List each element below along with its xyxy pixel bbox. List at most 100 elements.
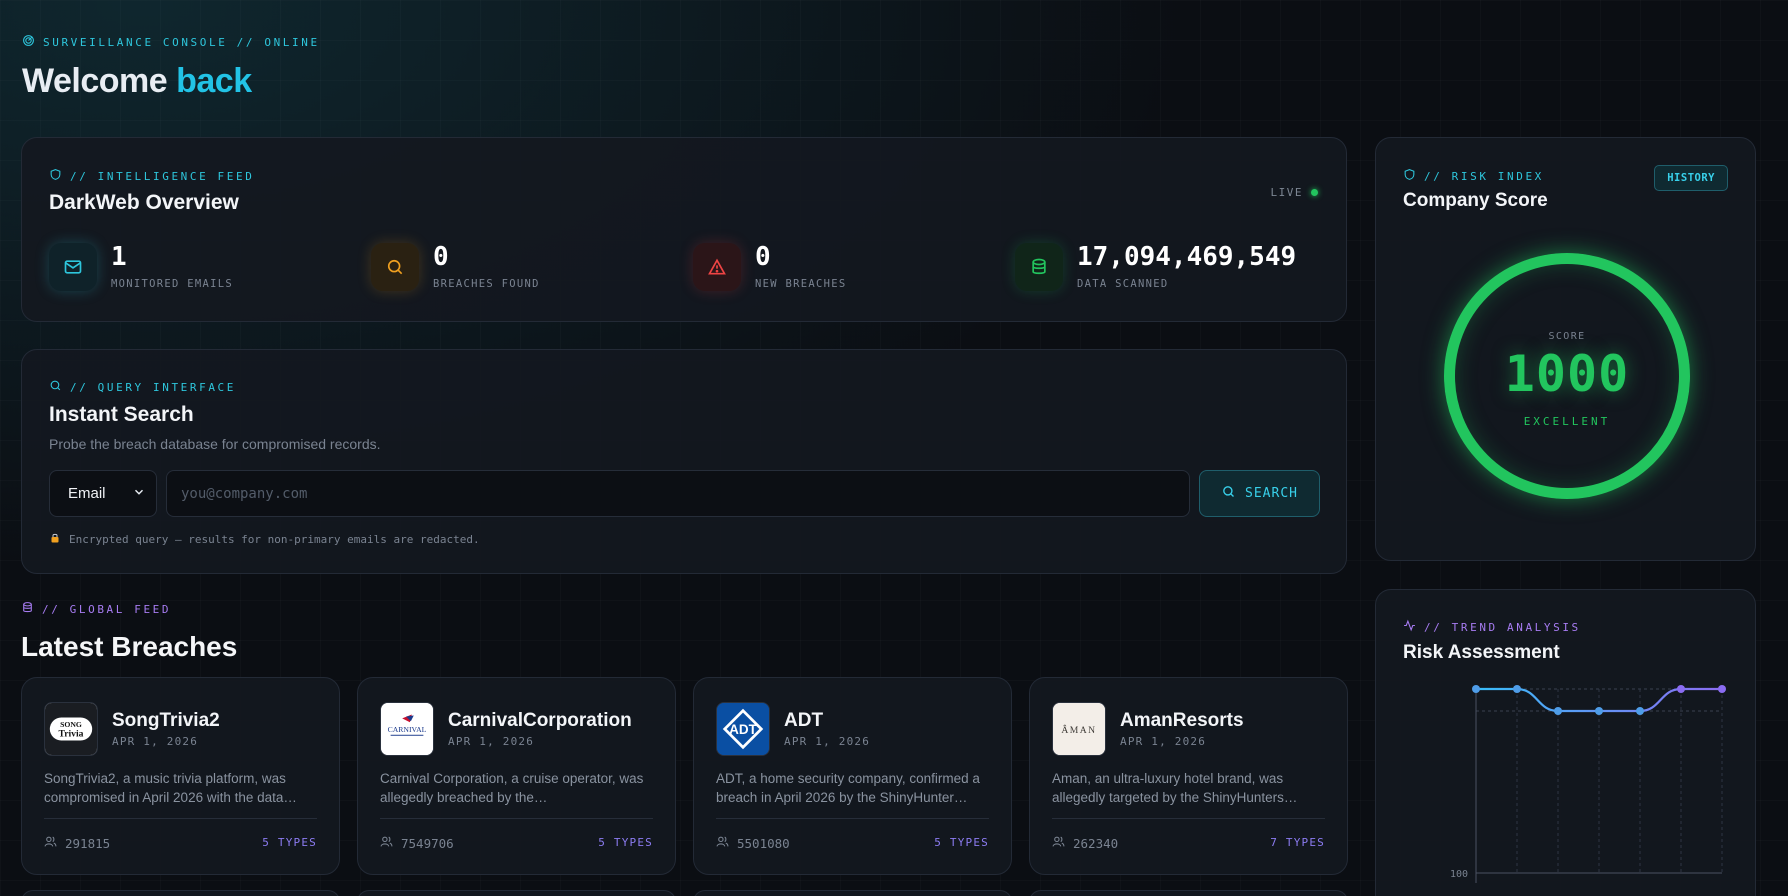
breach-card[interactable]: ADT ADT APR 1, 2026 ADT, a home security… <box>693 677 1012 875</box>
trend-kicker: // TREND ANALYSIS <box>1403 619 1581 635</box>
instant-search-card: // QUERY INTERFACE Instant Search Probe … <box>21 349 1347 574</box>
breach-count-value: 5501080 <box>737 835 790 851</box>
breach-types: 5 TYPES <box>262 836 317 849</box>
breach-card-peek <box>21 890 340 896</box>
data-point <box>1554 707 1562 715</box>
risk-index-card: // RISK INDEX Company Score HISTORY SCOR… <box>1375 137 1756 561</box>
stat-breaches-found: 0 BREACHES FOUND <box>371 243 540 291</box>
breach-types: 7 TYPES <box>1270 836 1325 849</box>
stat-data-scanned: 17,094,469,549 DATA SCANNED <box>1015 243 1296 291</box>
trend-title: Risk Assessment <box>1403 642 1560 663</box>
page-title-accent: back <box>176 62 252 100</box>
search-button-label: SEARCH <box>1245 486 1298 501</box>
stat-label: MONITORED EMAILS <box>111 278 233 290</box>
breach-card-peek <box>357 890 676 896</box>
risk-title: Company Score <box>1403 190 1548 211</box>
page-title-prefix: Welcome <box>22 62 168 100</box>
search-kicker-text: // QUERY INTERFACE <box>70 380 237 394</box>
breach-logo: CARNIVAL <box>380 702 434 756</box>
users-icon <box>716 835 729 851</box>
console-status: SURVEILLANCE CONSOLE // ONLINE <box>22 34 320 50</box>
divider <box>1052 818 1325 819</box>
stat-value: 1 <box>111 242 127 272</box>
breach-logo: SONG Trivia <box>44 702 98 756</box>
darkweb-overview-card: // INTELLIGENCE FEED DarkWeb Overview LI… <box>21 137 1347 322</box>
score-tier: EXCELLENT <box>1523 415 1611 428</box>
history-button[interactable]: HISTORY <box>1654 165 1728 191</box>
logo-text: CARNIVAL <box>388 725 427 734</box>
encryption-note: Encrypted query — results for non-primar… <box>49 532 480 547</box>
stat-label: BREACHES FOUND <box>433 278 540 290</box>
activity-icon <box>1403 619 1416 635</box>
breach-card[interactable]: ÂMAN AmanResorts APR 1, 2026 Aman, an ul… <box>1029 677 1348 875</box>
chevron-down-icon <box>132 485 146 503</box>
breach-name: SongTrivia2 <box>112 710 220 731</box>
search-icon <box>49 379 62 395</box>
shield-icon <box>49 168 62 184</box>
mail-icon <box>49 243 97 291</box>
breach-count-value: 262340 <box>1073 835 1119 851</box>
breach-count: 5501080 <box>716 835 790 851</box>
breach-types: 5 TYPES <box>598 836 653 849</box>
users-icon <box>1052 835 1065 851</box>
search-input[interactable] <box>166 470 1190 517</box>
breach-card-peek <box>693 890 1012 896</box>
search-icon <box>1221 484 1236 503</box>
users-icon <box>44 835 57 851</box>
breach-card-peek <box>1029 890 1348 896</box>
risk-kicker: // RISK INDEX <box>1403 168 1544 184</box>
breach-card[interactable]: SONG Trivia SongTrivia2 APR 1, 2026 Song… <box>21 677 340 875</box>
live-dot <box>1311 189 1318 196</box>
breach-count: 291815 <box>44 835 110 851</box>
breach-date: APR 1, 2026 <box>448 735 535 748</box>
divider <box>716 818 989 819</box>
breach-date: APR 1, 2026 <box>1120 735 1207 748</box>
shield-icon <box>1403 168 1416 184</box>
radar-icon <box>22 34 35 50</box>
live-label: LIVE <box>1270 186 1303 199</box>
trend-analysis-card: 100 // TREND ANALYSIS Risk Assessment <box>1375 589 1756 896</box>
breach-name: ADT <box>784 710 824 731</box>
risk-kicker-text: // RISK INDEX <box>1424 169 1544 183</box>
data-point <box>1472 685 1480 693</box>
breach-count-value: 291815 <box>65 835 111 851</box>
database-icon <box>1015 243 1063 291</box>
breach-count: 262340 <box>1052 835 1118 851</box>
risk-trend-chart: 100 <box>1450 685 1726 883</box>
data-point <box>1595 707 1603 715</box>
page-title: Welcome back <box>22 62 320 101</box>
feed-title: Latest Breaches <box>21 631 238 662</box>
stat-new-breaches: 0 NEW BREACHES <box>693 243 846 291</box>
overview-kicker-text: // INTELLIGENCE FEED <box>70 169 255 183</box>
search-button[interactable]: SEARCH <box>1199 470 1320 517</box>
breach-date: APR 1, 2026 <box>112 735 199 748</box>
breach-description: Aman, an ultra-luxury hotel brand, was a… <box>1052 771 1298 805</box>
users-icon <box>380 835 393 851</box>
breach-name: CarnivalCorporation <box>448 710 632 731</box>
divider <box>44 818 317 819</box>
live-indicator: LIVE <box>1270 186 1318 199</box>
logo-text: ÂMAN <box>1061 724 1096 736</box>
logo-text: ADT <box>729 722 757 737</box>
breach-card[interactable]: CARNIVAL CarnivalCorporation APR 1, 2026… <box>357 677 676 875</box>
page-header: SURVEILLANCE CONSOLE // ONLINE Welcome b… <box>22 34 320 101</box>
data-point <box>1513 685 1521 693</box>
encryption-note-text: Encrypted query — results for non-primar… <box>69 533 480 546</box>
feed-kicker: // GLOBAL FEED <box>21 601 237 617</box>
data-point <box>1636 707 1644 715</box>
search-icon <box>371 243 419 291</box>
breach-description: ADT, a home security company, confirmed … <box>716 771 980 805</box>
data-point <box>1718 685 1726 693</box>
stat-label: DATA SCANNED <box>1077 278 1169 290</box>
overview-kicker: // INTELLIGENCE FEED <box>49 168 254 184</box>
breach-logo: ADT <box>716 702 770 756</box>
search-type-select[interactable]: Email <box>49 470 157 517</box>
feed-kicker-text: // GLOBAL FEED <box>42 602 172 616</box>
search-title: Instant Search <box>49 403 194 426</box>
breach-logo: ÂMAN <box>1052 702 1106 756</box>
lock-icon <box>49 532 61 547</box>
data-point <box>1677 685 1685 693</box>
stat-value: 17,094,469,549 <box>1077 242 1297 272</box>
y-tick-label: 100 <box>1450 869 1468 880</box>
trend-kicker-text: // TREND ANALYSIS <box>1424 620 1581 634</box>
